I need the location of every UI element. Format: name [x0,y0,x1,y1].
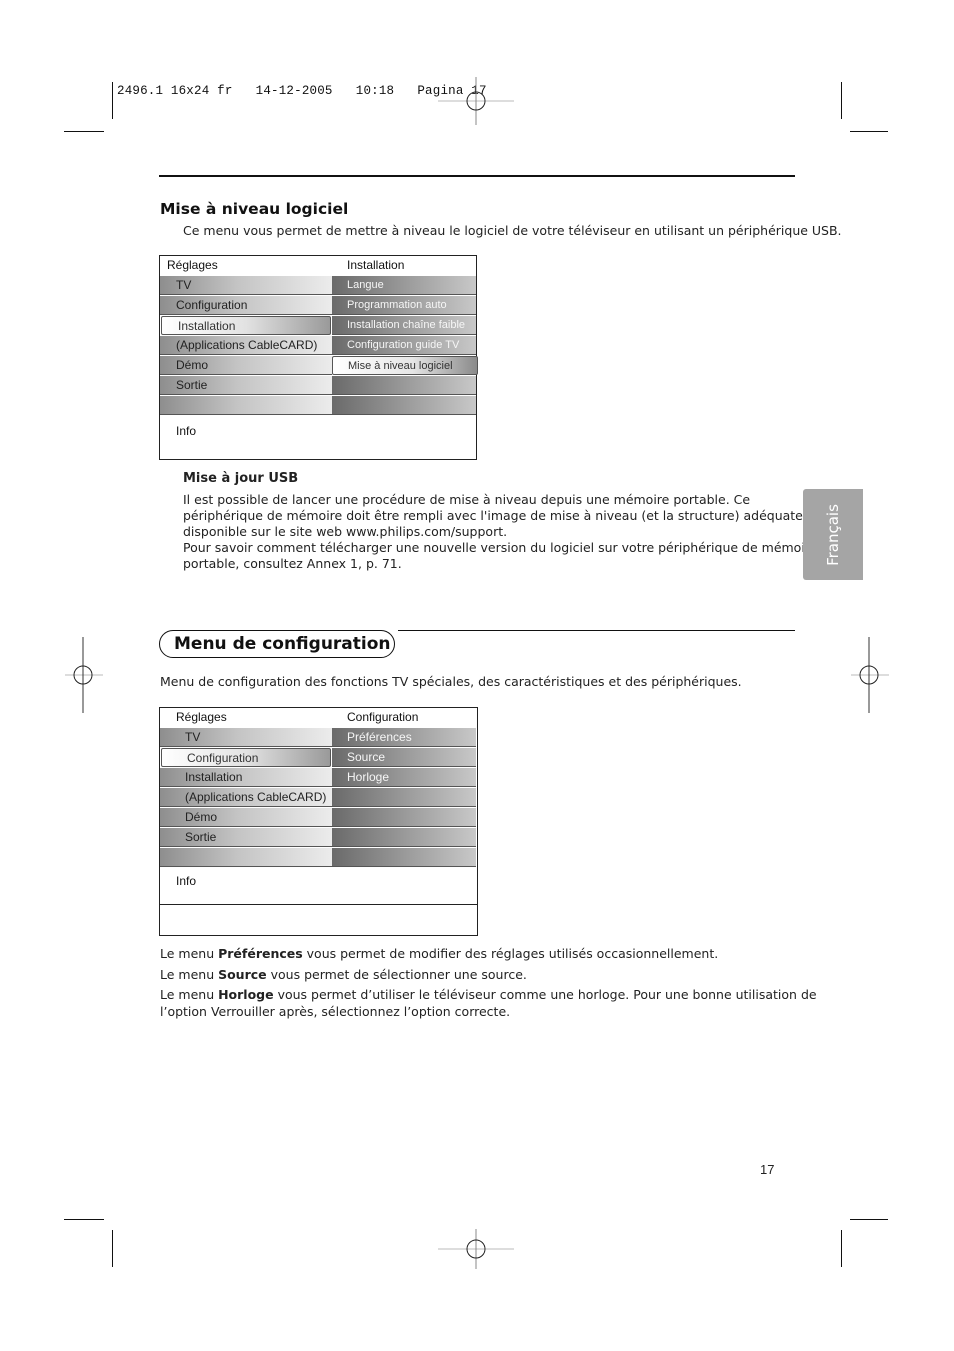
menu-right-item[interactable]: Programmation auto [332,296,476,315]
menu-left-item[interactable]: Installation [160,768,332,787]
tv-menu-configuration: Réglages Configuration TV Configuration In… [159,707,478,936]
section-intro: Ce menu vous permet de mettre à niveau l… [183,223,842,238]
menu-left-item[interactable]: TV [160,728,332,747]
paragraph-line: disponible sur le site web www.philips.c… [183,524,508,539]
print-slug: 2496.1 16x24 fr 14-12-2005 10:18 Pagina … [117,84,487,98]
menu-left-item[interactable]: Configuration [160,296,332,315]
description-line-clock-cont: l’option Verrouiller après, sélectionnez… [160,1004,511,1019]
menu-left-item[interactable]: Démo [160,808,332,827]
crop-mark [64,1219,104,1220]
paragraph-line: périphérique de mémoire doit être rempli… [183,508,807,523]
top-rule [159,175,795,177]
menu-right-item[interactable]: Source [332,748,476,767]
description-line-source: Le menu Source vous permet de sélectionn… [160,967,527,982]
paragraph-line: portable, consultez Annex 1, p. 71. [183,556,402,571]
crop-mark [64,131,104,132]
menu-left-header: Réglages [167,258,218,272]
menu-left-item[interactable]: Sortie [160,828,332,847]
menu-left-item[interactable] [160,848,332,867]
menu-info-label: Info [176,424,197,438]
description-line-preferences: Le menu Préférences vous permet de modif… [160,946,719,961]
menu-right-header: Configuration [347,710,419,724]
menu-left-item[interactable]: Sortie [160,376,332,395]
language-tab: Français [803,489,863,580]
menu-right-item[interactable]: Préférences [332,728,476,747]
crop-mark [112,1230,113,1267]
menu-info-label: Info [176,874,197,888]
section-rule [398,630,795,631]
menu-left-item[interactable]: Configuration [161,748,331,767]
menu-left-item[interactable]: Démo [160,356,332,375]
crop-mark [841,82,842,119]
section-title: Menu de configuration [174,634,391,654]
menu-left-item[interactable]: (Applications CableCARD) [160,336,332,355]
menu-divider [160,904,477,905]
menu-right-item[interactable] [332,376,476,395]
menu-right-item[interactable]: Langue [332,276,476,295]
menu-right-item[interactable] [332,828,476,847]
menu-left-item[interactable] [160,396,332,415]
registration-mark-icon [831,637,907,713]
registration-mark-icon [438,63,514,139]
menu-right-item[interactable] [332,848,476,867]
menu-right-item[interactable]: Installation chaîne faible [332,316,476,335]
section-heading-software-upgrade: Mise à niveau logiciel [160,200,349,218]
menu-left-item[interactable]: TV [160,276,332,295]
description-line-clock: Le menu Horloge vous permet d’utiliser l… [160,987,817,1002]
section-title-pill: Menu de configuration [159,630,395,658]
menu-right-header: Installation [347,258,405,272]
crop-mark [850,1219,888,1220]
paragraph-line: Il est possible de lancer une procédure … [183,492,751,507]
page-number: 17 [760,1162,775,1177]
crop-mark [850,131,888,132]
menu-left-header: Réglages [176,710,227,724]
language-tab-label: Français [824,503,842,566]
menu-right-item[interactable] [332,788,476,807]
paragraph-line: Pour savoir comment télécharger une nouv… [183,540,818,555]
menu-left-item[interactable]: Installation [161,316,331,335]
menu-right-item[interactable]: Horloge [332,768,476,787]
crop-mark [112,82,113,119]
menu-left-item[interactable]: (Applications CableCARD) [160,788,332,807]
menu-right-item[interactable]: Configuration guide TV [332,336,476,355]
crop-mark [841,1230,842,1267]
tv-menu-installation: Réglages Installation TV Configuration Ins… [159,255,478,460]
menu-right-item[interactable]: Mise à niveau logiciel [332,356,478,375]
menu-right-item[interactable] [332,396,476,415]
section-intro: Menu de configuration des fonctions TV s… [160,674,742,689]
menu-right-item[interactable] [332,808,476,827]
subheading-usb-update: Mise à jour USB [183,471,299,486]
registration-mark-icon [438,1211,514,1287]
registration-mark-icon [45,637,121,713]
